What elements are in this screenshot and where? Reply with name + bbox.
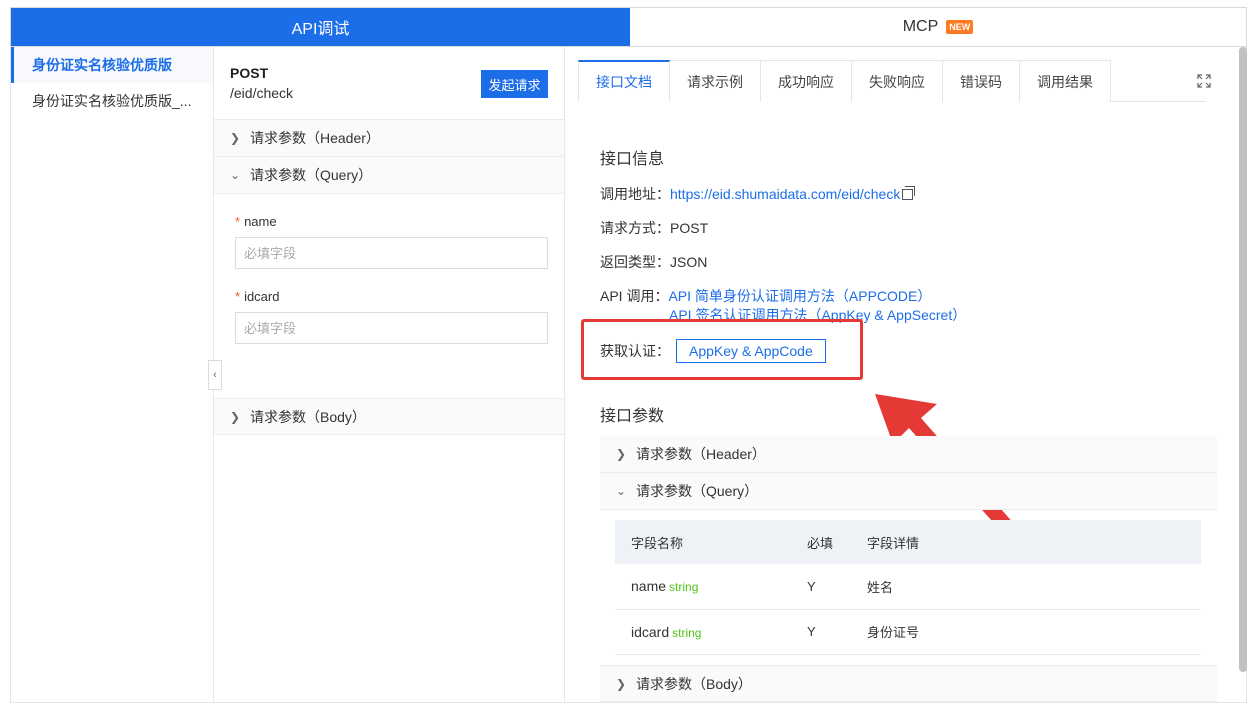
api-url-link[interactable]: https://eid.shumaidata.com/eid/check — [670, 186, 900, 202]
table-row: idcard string Y 身份证号 — [615, 609, 1201, 655]
body-params-toggle[interactable]: ❯ 请求参数（Body） — [214, 398, 564, 435]
query-params-form: *name *idcard — [214, 194, 564, 398]
tab-mcp-label: MCP — [902, 18, 939, 35]
query-params-table: 字段名称 必填 字段详情 name string Y 姓名 idcard strin… — [615, 520, 1201, 655]
required-mark: * — [235, 289, 241, 304]
fullscreen-icon[interactable] — [1197, 74, 1211, 88]
send-request-button[interactable]: 发起请求 — [481, 70, 548, 98]
field-name: idcard — [631, 623, 670, 640]
tab-error-codes[interactable]: 错误码 — [943, 60, 1020, 102]
chevron-right-icon: ❯ — [616, 447, 627, 461]
sidebar-item-api-premium[interactable]: 身份证实名核验优质版 — [11, 47, 213, 83]
query-params-label: 请求参数（Query） — [250, 167, 373, 183]
column-field-detail: 字段详情 — [851, 520, 1201, 564]
collapse-sidebar-icon[interactable]: ‹ — [208, 360, 222, 390]
doc-header-params-label: 请求参数（Header） — [636, 446, 766, 462]
field-required-cell: Y — [791, 609, 851, 655]
main-frame: 身份证实名核验优质版 身份证实名核验优质版_... ‹ POST /eid/ch… — [10, 47, 1247, 703]
idcard-field-label: * idcard — [235, 289, 548, 304]
tab-api-doc[interactable]: 接口文档 — [578, 60, 670, 102]
api-call-label: API 调用： — [600, 288, 669, 304]
tab-api-debug[interactable]: API调试 — [11, 8, 630, 46]
field-name: name — [631, 578, 667, 595]
api-params-title: 接口参数 — [600, 408, 665, 425]
api-call-row-2: API 签名认证调用方法（AppKey & AppSecret） — [669, 305, 966, 325]
sidebar-item-api-premium-2[interactable]: 身份证实名核验优质版_... — [11, 83, 213, 119]
tab-failure-response[interactable]: 失败响应 — [852, 60, 943, 102]
doc-query-params-toggle[interactable]: ⌄ 请求参数（Query） — [600, 473, 1217, 510]
api-sidebar: 身份证实名核验优质版 身份证实名核验优质版_... — [11, 47, 214, 702]
top-tab-bar: API调试 MCP NEW — [10, 7, 1247, 47]
body-params-label: 请求参数（Body） — [250, 408, 366, 425]
return-type-row: 返回类型：JSON — [600, 252, 707, 272]
doc-scrollbar[interactable] — [1239, 47, 1247, 672]
api-url-row: 调用地址：https://eid.shumaidata.com/eid/chec… — [600, 184, 916, 204]
field-detail-cell: 姓名 — [851, 564, 1201, 610]
method-label: 请求方式： — [600, 220, 670, 236]
chevron-down-icon: ⌄ — [616, 484, 627, 498]
chevron-right-icon: ❯ — [230, 131, 241, 145]
return-type-label: 返回类型： — [600, 254, 670, 270]
appcode-method-link[interactable]: API 简单身份认证调用方法（APPCODE） — [668, 288, 931, 304]
doc-panel: 接口文档 请求示例 成功响应 失败响应 错误码 调用结果 接口信息 调用地址：h… — [565, 47, 1248, 702]
request-header: POST /eid/check 发起请求 — [214, 47, 564, 120]
chevron-right-icon: ❯ — [230, 409, 241, 424]
api-call-row: API 调用：API 简单身份认证调用方法（APPCODE） — [600, 286, 931, 306]
tab-mcp[interactable]: MCP NEW — [630, 8, 1246, 46]
chevron-right-icon: ❯ — [616, 676, 627, 691]
method-value: POST — [670, 220, 709, 236]
field-name-cell: idcard string — [615, 609, 791, 655]
field-detail-cell: 身份证号 — [851, 609, 1201, 655]
query-params-toggle[interactable]: ⌄ 请求参数（Query） — [214, 157, 564, 194]
column-required: 必填 — [791, 520, 851, 564]
new-badge: NEW — [946, 20, 974, 34]
table-row: name string Y 姓名 — [615, 564, 1201, 610]
table-header-row: 字段名称 必填 字段详情 — [615, 520, 1201, 564]
api-info-title: 接口信息 — [600, 151, 665, 168]
auth-label: 获取认证： — [600, 343, 670, 359]
name-input[interactable] — [235, 237, 548, 269]
header-params-label: 请求参数（Header） — [250, 130, 380, 146]
doc-body-params-label: 请求参数（Body） — [636, 675, 752, 692]
field-name-cell: name string — [615, 564, 791, 610]
header-params-toggle[interactable]: ❯ 请求参数（Header） — [214, 120, 564, 157]
request-panel: POST /eid/check 发起请求 ❯ 请求参数（Header） ⌄ 请求… — [214, 47, 565, 702]
idcard-field-name: idcard — [244, 289, 280, 304]
get-auth-button[interactable]: AppKey & AppCode — [676, 339, 826, 363]
signature-method-link[interactable]: API 签名认证调用方法（AppKey & AppSecret） — [669, 307, 966, 323]
return-type-value: JSON — [670, 254, 708, 270]
field-type: string — [669, 580, 699, 595]
method-row: 请求方式：POST — [600, 218, 708, 238]
required-mark: * — [235, 214, 241, 229]
doc-query-params-label: 请求参数（Query） — [636, 483, 759, 499]
field-required-cell: Y — [791, 564, 851, 610]
field-type: string — [672, 625, 702, 640]
doc-header-params-toggle[interactable]: ❯ 请求参数（Header） — [600, 436, 1217, 473]
name-field-label: * name — [235, 214, 548, 229]
auth-row: 获取认证： AppKey & AppCode — [600, 339, 826, 363]
column-field-name: 字段名称 — [615, 520, 791, 564]
api-url-label: 调用地址： — [600, 186, 670, 202]
doc-tab-bar: 接口文档 请求示例 成功响应 失败响应 错误码 调用结果 — [578, 60, 1206, 102]
tab-call-result[interactable]: 调用结果 — [1020, 60, 1111, 102]
chevron-down-icon: ⌄ — [230, 168, 241, 182]
doc-body-params-toggle[interactable]: ❯ 请求参数（Body） — [600, 665, 1217, 702]
name-field-name: name — [244, 214, 277, 229]
tab-request-example[interactable]: 请求示例 — [670, 60, 761, 102]
copy-icon[interactable] — [902, 186, 916, 200]
idcard-input[interactable] — [235, 312, 548, 344]
tab-success-response[interactable]: 成功响应 — [761, 60, 852, 102]
